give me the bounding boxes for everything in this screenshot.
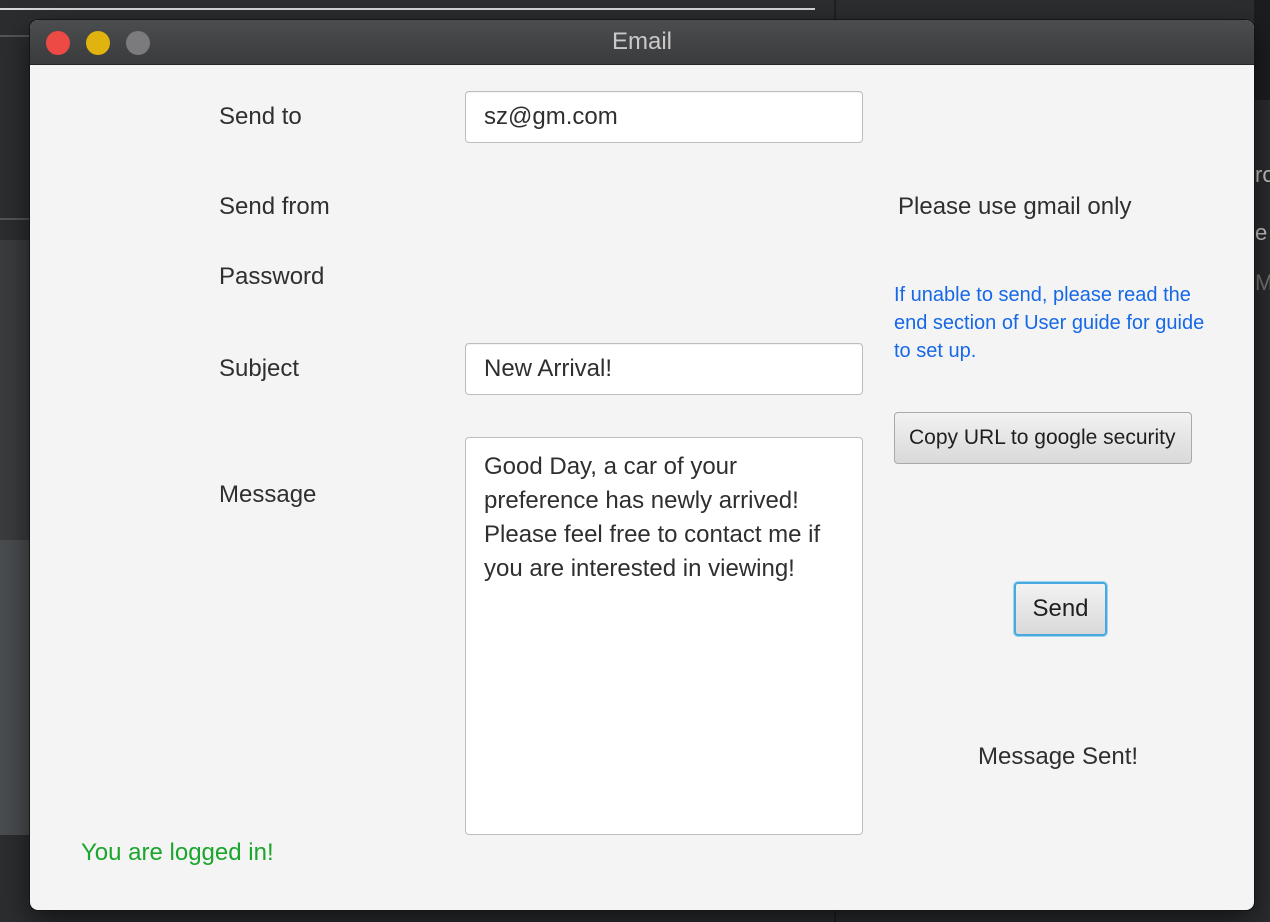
gmail-only-note: Please use gmail only xyxy=(898,193,1132,220)
message-label: Message xyxy=(219,481,317,508)
send-button[interactable]: Send xyxy=(1014,582,1107,636)
background-text: ro xyxy=(1255,162,1270,187)
message-textarea[interactable]: Good Day, a car of your preference has n… xyxy=(465,437,863,835)
copy-url-button[interactable]: Copy URL to google security xyxy=(894,412,1192,464)
subject-label: Subject xyxy=(219,355,300,382)
background-divider xyxy=(0,8,815,10)
subject-field[interactable]: New Arrival! xyxy=(465,343,863,395)
send-from-label: Send from xyxy=(219,193,330,220)
send-to-label: Send to xyxy=(219,103,302,130)
email-form: Send to Send from Password Subject Messa… xyxy=(30,64,1254,910)
send-to-field[interactable]: sz@gm.com xyxy=(465,91,863,143)
background-text: e xyxy=(1255,220,1268,245)
email-window: Email Send to Send from Password Subject… xyxy=(30,20,1254,910)
title-bar[interactable]: Email xyxy=(30,20,1254,65)
background-divider xyxy=(0,35,32,37)
setup-help-text: If unable to send, please read the end s… xyxy=(894,284,1205,362)
background-panel xyxy=(0,540,32,835)
background-panel xyxy=(1254,0,1270,100)
background-text: M xyxy=(1255,270,1270,295)
window-title: Email xyxy=(611,28,672,55)
background-divider xyxy=(0,218,32,220)
login-status-text: You are logged in! xyxy=(81,839,274,866)
background-panel xyxy=(0,240,32,540)
password-label: Password xyxy=(219,263,325,290)
send-status-text: Message Sent! xyxy=(978,743,1139,770)
